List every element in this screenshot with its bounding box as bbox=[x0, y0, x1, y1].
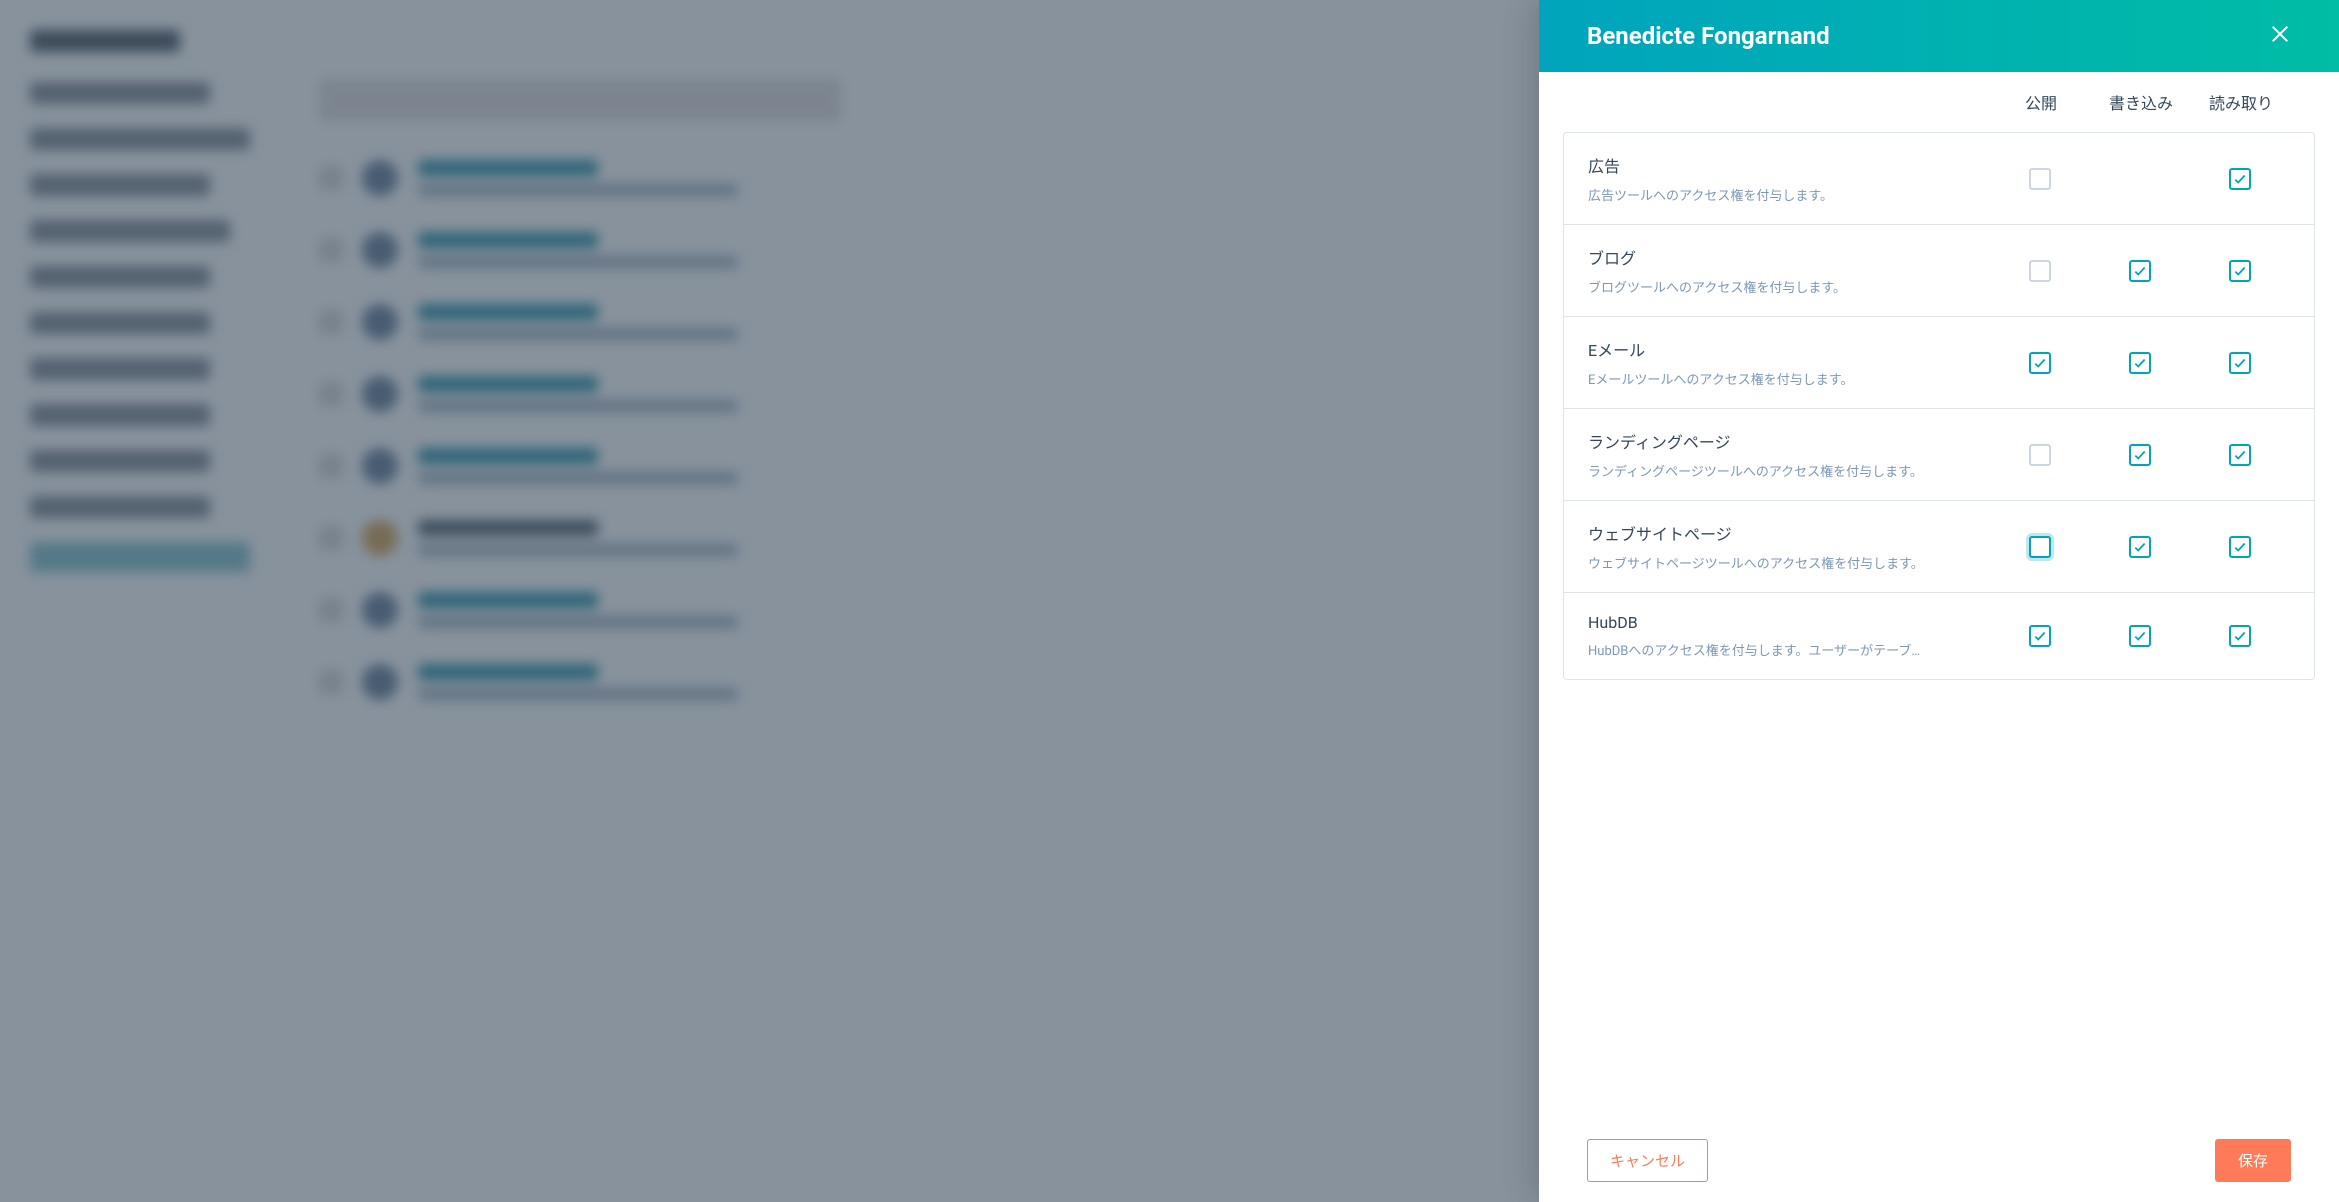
checkbox-email-read[interactable] bbox=[2229, 352, 2251, 374]
panel-header: Benedicte Fongarnand bbox=[1539, 0, 2339, 72]
col-header-read: 読み取り bbox=[2191, 90, 2291, 114]
panel-footer: キャンセル 保存 bbox=[1539, 1118, 2339, 1202]
save-button[interactable]: 保存 bbox=[2215, 1139, 2291, 1182]
permission-description: ウェブサイトページツールへのアクセス権を付与します。 bbox=[1588, 553, 1990, 572]
permission-title: ブログ bbox=[1588, 245, 1990, 269]
permission-row-hubdb: HubDB HubDBへのアクセス権を付与します。ユーザーがテーブ… bbox=[1564, 592, 2314, 679]
checkbox-website-publish[interactable] bbox=[2029, 536, 2051, 558]
panel-title: Benedicte Fongarnand bbox=[1587, 22, 1830, 50]
permission-description: 広告ツールへのアクセス権を付与します。 bbox=[1588, 185, 1990, 204]
permissions-table: 広告広告ツールへのアクセス権を付与します。ブログブログツールへのアクセス権を付与… bbox=[1563, 132, 2315, 680]
permission-title: 広告 bbox=[1588, 153, 1990, 177]
checkbox-email-write[interactable] bbox=[2129, 352, 2151, 374]
permission-row-email: Eメール Eメールツールへのアクセス権を付与します。 bbox=[1564, 316, 2314, 408]
close-icon[interactable] bbox=[2269, 23, 2291, 49]
permission-title: ウェブサイトページ bbox=[1588, 521, 1990, 545]
checkbox-email-publish[interactable] bbox=[2029, 352, 2051, 374]
checkbox-website-read[interactable] bbox=[2229, 536, 2251, 558]
permission-description: HubDBへのアクセス権を付与します。ユーザーがテーブ… bbox=[1588, 640, 1990, 659]
checkbox-blog-publish[interactable] bbox=[2029, 260, 2051, 282]
permission-title: ランディングページ bbox=[1588, 429, 1990, 453]
permission-row-website: ウェブサイトページウェブサイトページツールへのアクセス権を付与します。 bbox=[1564, 500, 2314, 592]
cancel-button[interactable]: キャンセル bbox=[1587, 1139, 1708, 1182]
checkbox-ads-read[interactable] bbox=[2229, 168, 2251, 190]
permission-row-ads: 広告広告ツールへのアクセス権を付与します。 bbox=[1564, 133, 2314, 224]
checkbox-hubdb-publish[interactable] bbox=[2029, 625, 2051, 647]
checkbox-landing-read[interactable] bbox=[2229, 444, 2251, 466]
permission-row-landing: ランディングページランディングページツールへのアクセス権を付与します。 bbox=[1564, 408, 2314, 500]
permission-description: ランディングページツールへのアクセス権を付与します。 bbox=[1588, 461, 1990, 480]
checkbox-landing-write[interactable] bbox=[2129, 444, 2151, 466]
col-header-write: 書き込み bbox=[2091, 90, 2191, 114]
checkbox-blog-read[interactable] bbox=[2229, 260, 2251, 282]
column-headers: 公開 書き込み 読み取り bbox=[1539, 72, 2339, 132]
checkbox-hubdb-write[interactable] bbox=[2129, 625, 2151, 647]
checkbox-hubdb-read[interactable] bbox=[2229, 625, 2251, 647]
checkbox-blog-write[interactable] bbox=[2129, 260, 2151, 282]
col-header-publish: 公開 bbox=[1991, 90, 2091, 114]
permission-row-blog: ブログブログツールへのアクセス権を付与します。 bbox=[1564, 224, 2314, 316]
permission-description: ブログツールへのアクセス権を付与します。 bbox=[1588, 277, 1990, 296]
checkbox-website-write[interactable] bbox=[2129, 536, 2151, 558]
checkbox-ads-publish[interactable] bbox=[2029, 168, 2051, 190]
permissions-scroll[interactable]: 広告広告ツールへのアクセス権を付与します。ブログブログツールへのアクセス権を付与… bbox=[1539, 132, 2339, 1118]
checkbox-landing-publish[interactable] bbox=[2029, 444, 2051, 466]
permission-title: HubDB bbox=[1588, 613, 1990, 632]
permission-description: Eメールツールへのアクセス権を付与します。 bbox=[1588, 369, 1990, 388]
permission-title: Eメール bbox=[1588, 337, 1990, 361]
permissions-panel: Benedicte Fongarnand 公開 書き込み 読み取り 広告広告ツー… bbox=[1539, 0, 2339, 1202]
